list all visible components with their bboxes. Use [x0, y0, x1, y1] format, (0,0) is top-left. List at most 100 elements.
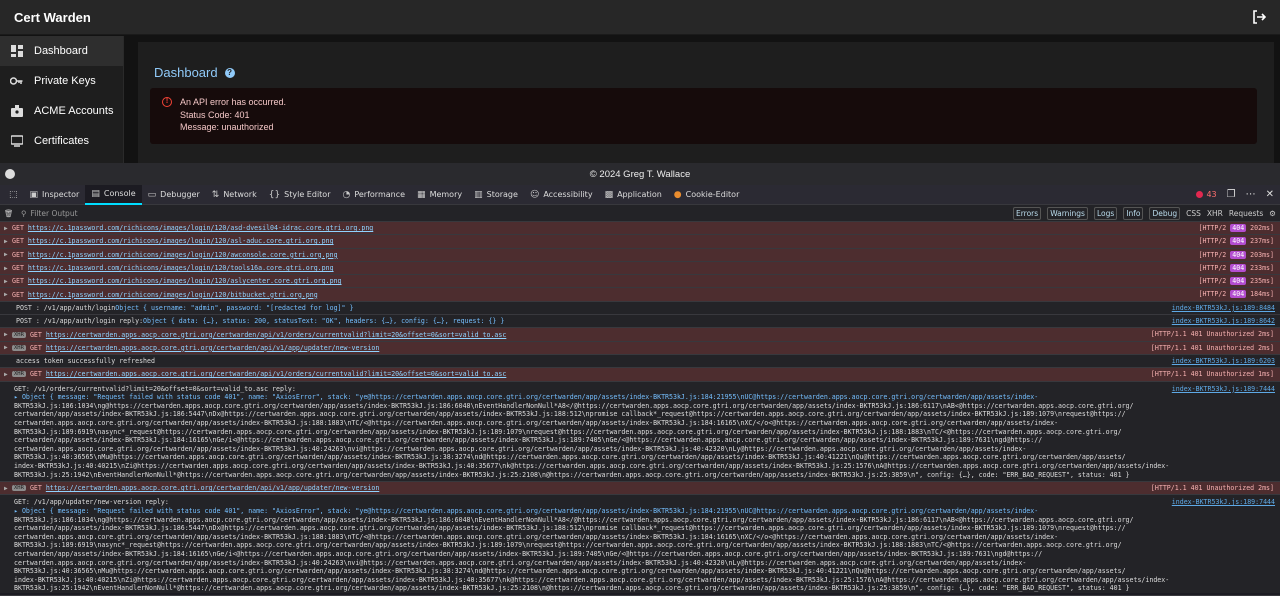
expand-triangle-icon[interactable]: ▶ — [4, 291, 12, 298]
filter-debug[interactable]: Debug — [1149, 206, 1181, 220]
log-object[interactable]: Object { data: {…}, status: 200, statusT… — [143, 317, 504, 325]
network-error-row[interactable]: ▶ GET https://c.1password.com/richicons/i… — [0, 235, 1280, 249]
sidebar-item-certificates[interactable]: Certificates — [0, 126, 123, 156]
stack-line: certwarden.apps.aocp.core.gtri.org/certw… — [14, 558, 1027, 567]
request-url[interactable]: https://c.1password.com/richicons/images… — [28, 237, 334, 245]
error-count: 43 — [1206, 190, 1217, 199]
filter-css[interactable]: CSS — [1186, 209, 1201, 218]
tab-application[interactable]: ▩ Application — [599, 185, 668, 205]
close-icon[interactable]: ✕ — [1266, 189, 1274, 200]
network-error-row[interactable]: ▶ GET https://c.1password.com/richicons/i… — [0, 288, 1280, 302]
filter-errors[interactable]: Errors — [1012, 206, 1042, 220]
source-link[interactable]: index-BKTR53kJ.js:189:8642 — [1172, 317, 1275, 325]
request-status: [HTTP/2 404 184ms] — [1198, 290, 1274, 299]
request-status: [HTTP/2 404 233ms] — [1198, 263, 1274, 272]
tab-performance[interactable]: ◔ Performance — [336, 185, 411, 205]
xhr-badge: XHR — [12, 485, 26, 492]
sidebar-item-acme-accounts[interactable]: ACME Accounts — [0, 96, 123, 126]
network-icon: ⇅ — [211, 189, 220, 200]
tab-label: Console — [103, 189, 136, 198]
sidebar-item-dashboard[interactable]: Dashboard — [0, 36, 123, 66]
request-status: [HTTP/1.1 401 Unauthorized 2ms] — [1150, 484, 1274, 493]
alert-line: An API error has occurred. — [180, 97, 287, 107]
source-link[interactable]: index-BKTR53kJ.js:189:7444 — [1172, 385, 1275, 394]
request-url[interactable]: https://c.1password.com/richicons/images… — [28, 251, 338, 259]
xhr-error-row[interactable]: ▶ XHR GET https://certwarden.apps.aocp.co… — [0, 482, 1280, 496]
filter-requests[interactable]: Requests — [1229, 209, 1263, 218]
request-status: [HTTP/2 404 202ms] — [1198, 224, 1274, 232]
xhr-error-row[interactable]: ▶ XHR GET https://certwarden.apps.aocp.co… — [0, 341, 1280, 355]
help-icon[interactable]: ? — [224, 67, 235, 78]
stack-line: certwarden.apps.aocp.core.gtri.org/certw… — [14, 444, 1027, 453]
settings-gear-icon[interactable]: ⚙ — [1269, 209, 1276, 218]
key-icon — [10, 75, 23, 88]
more-options-icon[interactable]: ⋯ — [1246, 189, 1256, 200]
tab-style-editor[interactable]: {} Style Editor — [263, 185, 337, 205]
request-url[interactable]: https://c.1password.com/richicons/images… — [28, 277, 342, 285]
source-link[interactable]: index-BKTR53kJ.js:189:7444 — [1172, 498, 1275, 507]
expand-triangle-icon[interactable]: ▶ — [4, 371, 12, 378]
log-heading: GET: /v1/orders/currentvalid?limit=20&of… — [14, 384, 296, 393]
tab-memory[interactable]: ▦ Memory — [411, 185, 468, 205]
expand-triangle-icon[interactable]: ▶ — [4, 225, 12, 232]
tab-label: Cookie-Editor — [685, 190, 740, 199]
tab-console[interactable]: ▤ Console — [85, 184, 142, 205]
devtools-panel: ⬚ ▣ Inspector ▤ Console ▭ Debugger ⇅ Network… — [0, 184, 1280, 596]
tab-storage[interactable]: ▥ Storage — [468, 185, 524, 205]
xhr-error-row[interactable]: ▶ XHR GET https://certwarden.apps.aocp.co… — [0, 328, 1280, 342]
log-text: access token successfully refreshed — [16, 357, 155, 366]
network-error-row[interactable]: ▶ GET https://c.1password.com/richicons/i… — [0, 261, 1280, 276]
log-object[interactable]: Object { username: "admin", password: "[… — [115, 304, 353, 312]
filter-info[interactable]: Info — [1123, 206, 1144, 220]
filter-warnings[interactable]: Warnings — [1047, 206, 1088, 220]
network-error-row[interactable]: ▶ GET https://c.1password.com/richicons/i… — [0, 275, 1280, 289]
stack-trace[interactable]: ▸ Object { message: "Request failed with… — [14, 507, 1276, 593]
stack-line: certwarden/app/assets/index-BKTR53kJ.js:… — [14, 410, 1126, 419]
trash-icon[interactable]: 🗑 — [4, 209, 14, 218]
logout-icon[interactable] — [1252, 10, 1266, 24]
filter-logs[interactable]: Logs — [1093, 206, 1118, 220]
network-error-row[interactable]: ▶ GET https://c.1password.com/richicons/i… — [0, 222, 1280, 236]
expand-triangle-icon[interactable]: ▶ — [4, 331, 12, 338]
tab-label: Debugger — [160, 190, 200, 199]
request-url[interactable]: https://certwarden.apps.aocp.core.gtri.o… — [46, 484, 379, 492]
error-count-badge[interactable]: 43 — [1196, 190, 1217, 199]
tab-network[interactable]: ⇅ Network — [206, 185, 263, 205]
expand-triangle-icon[interactable]: ▶ — [4, 238, 12, 245]
certificate-icon — [10, 135, 23, 148]
expand-triangle-icon[interactable]: ▶ — [4, 278, 12, 285]
stack-trace[interactable]: ▸ Object { message: "Request failed with… — [14, 393, 1276, 479]
request-url[interactable]: https://c.1password.com/richicons/images… — [28, 264, 334, 272]
expand-triangle-icon[interactable]: ▶ — [4, 344, 12, 351]
request-status: [HTTP/2 404 237ms] — [1198, 237, 1274, 246]
request-url[interactable]: https://certwarden.apps.aocp.core.gtri.o… — [46, 344, 379, 352]
filter-xhr[interactable]: XHR — [1207, 209, 1223, 218]
stack-line: BKTR53kJ.js:25:1942\nEventHandlerNonNull… — [14, 470, 1130, 479]
tab-inspector[interactable]: ▣ Inspector — [24, 185, 86, 205]
api-error-alert: ! An API error has occurred. Status Code… — [150, 88, 1257, 144]
dock-icon[interactable]: ❐ — [1227, 189, 1236, 200]
network-error-row[interactable]: ▶ GET https://c.1password.com/richicons/i… — [0, 248, 1280, 262]
expand-triangle-icon[interactable]: ▶ — [4, 265, 12, 272]
tab-debugger[interactable]: ▭ Debugger — [142, 185, 206, 205]
request-url[interactable]: https://certwarden.apps.aocp.core.gtri.o… — [46, 370, 507, 378]
source-link[interactable]: index-BKTR53kJ.js:189:8484 — [1172, 304, 1275, 312]
element-picker-icon[interactable]: ⬚ — [3, 185, 24, 205]
error-icon: ! — [162, 97, 172, 107]
tab-label: Memory — [429, 190, 463, 199]
account-icon — [10, 105, 23, 118]
request-url[interactable]: https://c.1password.com/richicons/images… — [28, 291, 318, 299]
expand-triangle-icon[interactable]: ▶ — [4, 485, 12, 492]
error-log-block: GET: /v1/app/updater/new-version reply: … — [0, 495, 1280, 596]
tab-cookie-editor[interactable]: ● Cookie-Editor — [668, 185, 746, 205]
sidebar-item-private-keys[interactable]: Private Keys — [0, 66, 123, 96]
stack-line: BKTR53kJ.js:40:36565\nMu@https://certwar… — [14, 567, 1126, 576]
request-url[interactable]: https://certwarden.apps.aocp.core.gtri.o… — [46, 331, 507, 339]
expand-triangle-icon[interactable]: ▶ — [4, 251, 12, 258]
filter-input[interactable]: Filter Output — [31, 209, 78, 218]
tab-accessibility[interactable]: ☺ Accessibility — [524, 185, 599, 205]
source-link[interactable]: index-BKTR53kJ.js:189:6203 — [1172, 357, 1275, 365]
request-url[interactable]: https://c.1password.com/richicons/images… — [28, 224, 373, 232]
xhr-error-row[interactable]: ▶ XHR GET https://certwarden.apps.aocp.co… — [0, 368, 1280, 382]
theme-toggle-icon[interactable] — [5, 169, 15, 179]
